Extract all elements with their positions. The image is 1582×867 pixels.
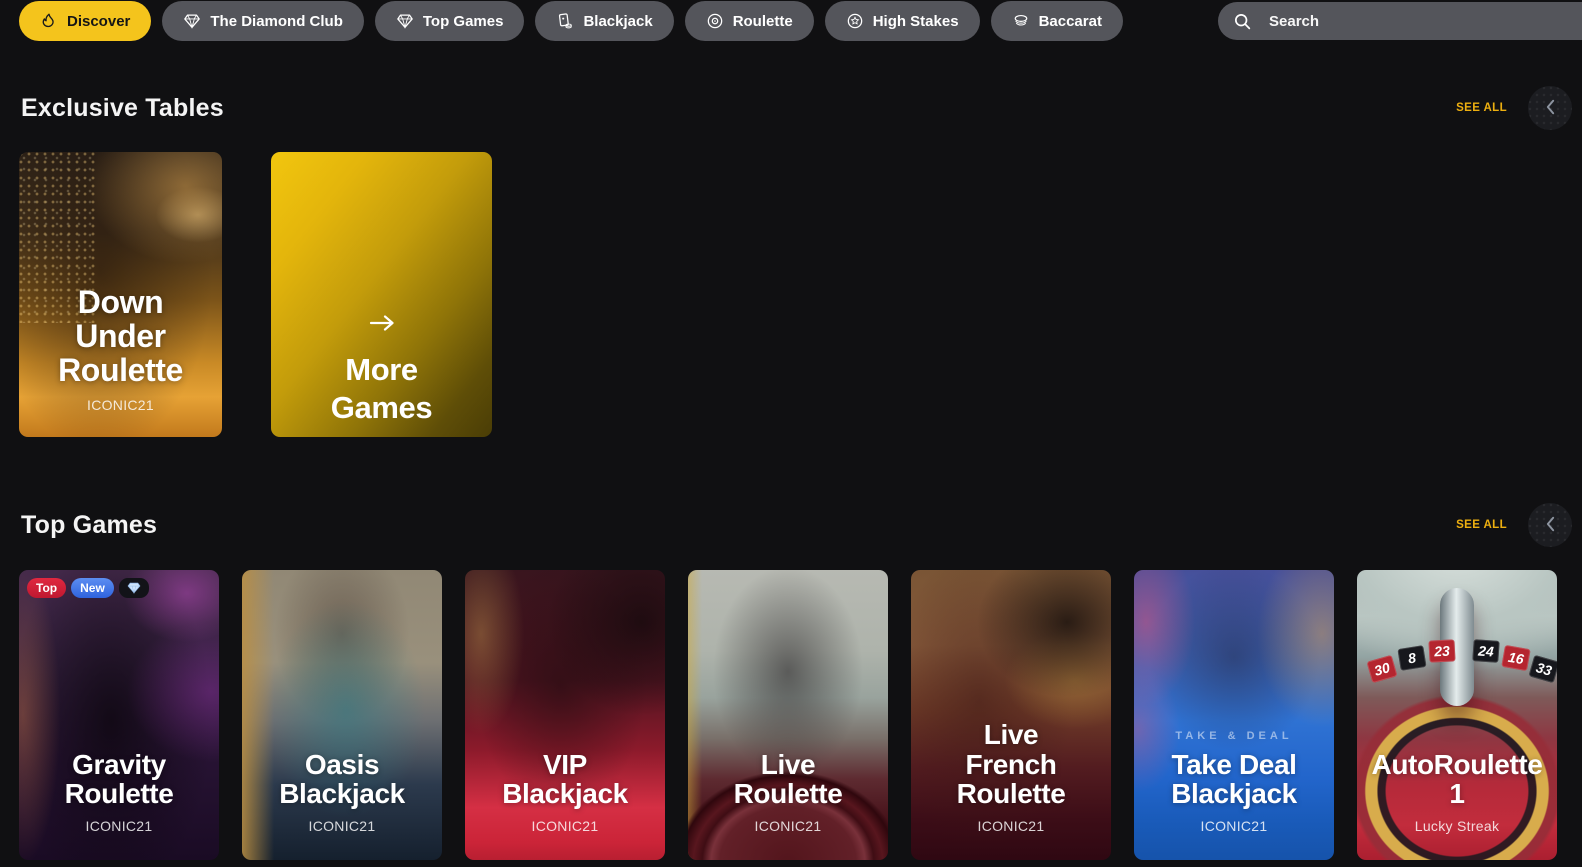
chevron-left-icon [1545, 99, 1556, 118]
roulette-number-tile: 8 [1397, 645, 1427, 671]
chevron-left-icon [1545, 516, 1556, 535]
game-title: Live French Roulette [956, 718, 1066, 810]
game-title: Oasis Blackjack [279, 748, 405, 810]
game-card-down-under-roulette[interactable]: Down Under Roulette ICONIC21 [19, 152, 222, 437]
chip-star-icon [846, 12, 864, 30]
new-badge: New [71, 578, 114, 598]
game-title: Down Under Roulette [58, 284, 183, 389]
nav-item-baccarat[interactable]: Baccarat [990, 1, 1123, 41]
search-bar [1218, 2, 1582, 40]
section-title-top-games: Top Games [21, 510, 158, 539]
exclusive-carousel-prev-button[interactable] [1528, 86, 1572, 130]
card-caption: Down Under Roulette ICONIC21 [19, 284, 222, 437]
nav-item-label: High Stakes [872, 12, 959, 30]
game-card-gravity-roulette[interactable]: Top New Gravity Roulette ICONIC21 [19, 570, 219, 860]
game-provider: ICONIC21 [85, 818, 153, 834]
game-provider: ICONIC21 [754, 818, 822, 834]
roulette-wheel-icon [706, 12, 724, 30]
nav-item-blackjack[interactable]: Blackjack [535, 1, 674, 41]
card-caption: AutoRoulette 1 Lucky Streak [1357, 748, 1557, 860]
game-card-autoroulette-1[interactable]: 30 8 23 24 16 33 AutoRoulette 1 Lucky St… [1357, 570, 1557, 860]
nav-item-high-stakes[interactable]: High Stakes [824, 1, 980, 41]
game-title: Live Roulette [733, 748, 843, 810]
nav-item-label: Top Games [422, 12, 504, 30]
card-caption: Take Deal Blackjack ICONIC21 [1134, 748, 1334, 860]
game-card-take-deal-blackjack[interactable]: TAKE & DEAL Take Deal Blackjack ICONIC21 [1134, 570, 1334, 860]
top-games-row: Top New Gravity Roulette ICONIC21 Oasis … [19, 570, 1557, 860]
game-card-vip-blackjack[interactable]: VIP Blackjack ICONIC21 [465, 570, 665, 860]
game-provider: ICONIC21 [308, 818, 376, 834]
diamond-icon [183, 12, 201, 30]
top-games-header: Top Games SEE ALL [21, 503, 1572, 547]
exclusive-tables-header: Exclusive Tables SEE ALL [21, 86, 1572, 130]
game-provider: ICONIC21 [977, 818, 1045, 834]
exclusive-tables-row: Down Under Roulette ICONIC21 More Games [19, 152, 492, 437]
arrow-right-icon [271, 314, 492, 337]
diamond-icon [396, 12, 414, 30]
card-caption: Live French Roulette ICONIC21 [911, 720, 1111, 860]
game-title: VIP Blackjack [502, 748, 628, 810]
nav-item-roulette[interactable]: Roulette [684, 1, 814, 41]
search-icon [1233, 12, 1252, 31]
nav-item-label: Baccarat [1038, 12, 1102, 30]
card-caption: More Games [271, 314, 492, 437]
game-card-live-roulette[interactable]: Live Roulette ICONIC21 [688, 570, 888, 860]
table-sign-text: TAKE & DEAL [1175, 730, 1293, 742]
card-caption: VIP Blackjack ICONIC21 [465, 748, 665, 860]
search-input[interactable] [1267, 11, 1582, 31]
more-games-card[interactable]: More Games [271, 152, 492, 437]
roulette-number-tile: 33 [1528, 654, 1557, 684]
exclusive-see-all-link[interactable]: SEE ALL [1456, 102, 1507, 114]
nav-item-label: Discover [67, 12, 131, 30]
game-provider: ICONIC21 [1200, 818, 1268, 834]
card-caption: Oasis Blackjack ICONIC21 [242, 748, 442, 860]
nav-item-label: The Diamond Club [210, 12, 343, 30]
top-badge: Top [27, 578, 67, 598]
game-card-oasis-blackjack[interactable]: Oasis Blackjack ICONIC21 [242, 570, 442, 860]
card-badges: Top New [27, 578, 149, 598]
nav-item-top-games[interactable]: Top Games [374, 1, 525, 41]
nav-item-label: Blackjack [583, 12, 653, 30]
baccarat-icon [1012, 12, 1030, 30]
roulette-number-tile: 24 [1472, 639, 1500, 663]
cards-chip-icon [556, 12, 574, 30]
top-games-carousel-prev-button[interactable] [1528, 503, 1572, 547]
game-provider: ICONIC21 [87, 397, 154, 413]
category-nav: Discover The Diamond Club Top Games Blac… [19, 1, 1123, 41]
game-provider: Lucky Streak [1414, 818, 1500, 834]
top-games-see-all-link[interactable]: SEE ALL [1456, 519, 1507, 531]
section-title-exclusive-tables: Exclusive Tables [21, 93, 224, 122]
flame-icon [40, 12, 58, 30]
diamond-badge [118, 578, 149, 598]
card-caption: Live Roulette ICONIC21 [688, 748, 888, 860]
live-casino-lobby: Discover The Diamond Club Top Games Blac… [0, 0, 1582, 867]
game-title: Take Deal Blackjack [1171, 748, 1297, 810]
nav-item-label: Roulette [732, 12, 793, 30]
card-caption: Gravity Roulette ICONIC21 [19, 748, 219, 860]
nav-item-discover[interactable]: Discover [19, 1, 152, 41]
roulette-number-tile: 23 [1428, 639, 1456, 663]
roulette-number-tile: 30 [1366, 654, 1398, 684]
nav-item-the-diamond-club[interactable]: The Diamond Club [162, 1, 364, 41]
game-provider: ICONIC21 [531, 818, 599, 834]
game-title: Gravity Roulette [64, 748, 174, 810]
roulette-number-tile: 16 [1501, 644, 1531, 672]
game-title: AutoRoulette 1 [1371, 748, 1543, 810]
game-card-live-french-roulette[interactable]: Live French Roulette ICONIC21 [911, 570, 1111, 860]
more-games-label: More Games [330, 352, 433, 426]
